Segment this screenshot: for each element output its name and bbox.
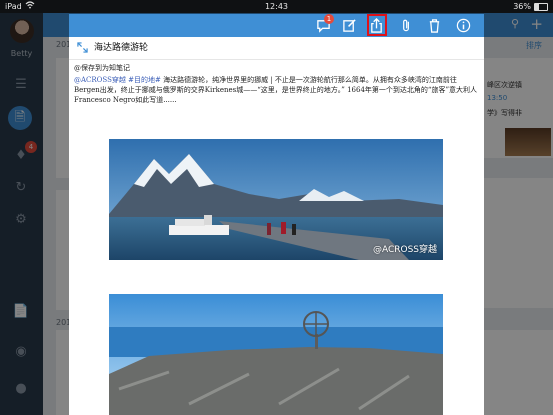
expand-icon[interactable]: [77, 42, 88, 53]
info-icon[interactable]: [455, 17, 472, 34]
note-toolbar: 1: [69, 14, 484, 37]
note-title: 海达路德游轮: [94, 43, 149, 53]
author-link[interactable]: @ACROSS穿越: [74, 76, 126, 84]
trash-icon[interactable]: [426, 17, 443, 34]
comment-badge: 1: [324, 14, 334, 24]
attachment-icon[interactable]: [398, 17, 415, 34]
clock: 12:43: [264, 2, 289, 11]
edit-icon[interactable]: [341, 17, 358, 34]
status-bar: iPad 12:43 36%: [0, 0, 553, 13]
saved-source-line: @保存到为知笔记: [74, 64, 130, 72]
note-title-bar: 海达路德游轮: [69, 37, 484, 60]
battery-percent: 36%: [513, 2, 531, 11]
fjord-photo[interactable]: @ACROSS穿越: [109, 139, 443, 260]
topic-link[interactable]: #目的地#: [128, 76, 161, 84]
north-cape-photo[interactable]: [109, 294, 443, 415]
photo-watermark: @ACROSS穿越: [372, 245, 437, 255]
share-icon[interactable]: [368, 17, 385, 34]
note-viewer: 1 海达路德游轮 @保存到为知笔记 @ACROSS穿越 #目的地# 海达路德游轮…: [69, 14, 484, 415]
note-body: @保存到为知笔记 @ACROSS穿越 #目的地# 海达路德游轮，纯净世界里的挪威…: [74, 63, 479, 105]
note-paragraph: @ACROSS穿越 #目的地# 海达路德游轮，纯净世界里的挪威 | 不止是一次游…: [74, 75, 479, 105]
battery-icon: [534, 3, 548, 11]
